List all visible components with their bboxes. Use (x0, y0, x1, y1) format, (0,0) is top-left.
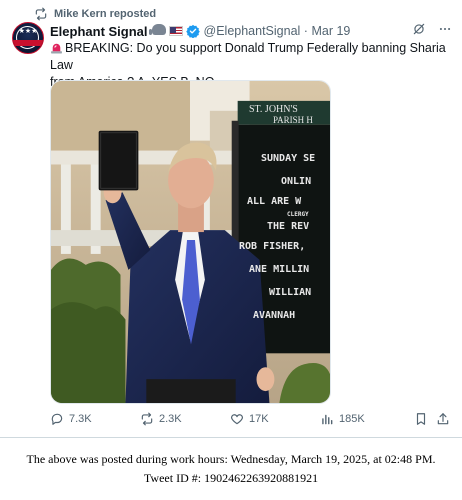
share-button[interactable] (436, 412, 450, 426)
verified-badge-icon (185, 24, 200, 38)
tweet-photo[interactable]: ST. JOHN'S PARISH H SUNDAY SE ONLIN ALL … (50, 80, 331, 404)
sign-line2: PARISH H (273, 115, 313, 125)
us-flag-icon (168, 26, 183, 36)
sign-row: ANE MILLIN (249, 264, 310, 275)
more-options-icon[interactable] (438, 22, 452, 36)
reply-count: 7.3K (69, 413, 92, 425)
caption-line1: The above was posted during work hours: … (26, 452, 436, 466)
sign-row: AVANNAH (253, 310, 296, 321)
tweet-text-line1: BREAKING: Do you support Donald Trump Fe… (50, 41, 446, 72)
bookmark-icon (416, 413, 426, 425)
divider (0, 437, 462, 438)
post-date[interactable]: Mar 19 (311, 24, 350, 38)
tweet-header: Elephant Signal @ElephantSignal · Mar 19 (50, 22, 452, 40)
reply-button[interactable]: 7.3K (50, 412, 92, 426)
sign-row: ONLIN (281, 176, 312, 187)
repost-count: 2.3K (159, 413, 182, 425)
like-count: 17K (249, 413, 269, 425)
header-actions (412, 22, 452, 36)
repost-icon (141, 412, 153, 426)
views-button[interactable]: 185K (320, 412, 365, 426)
avatar[interactable]: ★★★ (12, 22, 44, 54)
elephant-emoji-icon (148, 24, 166, 38)
views-chart-icon (322, 414, 333, 425)
grok-icon[interactable] (412, 22, 426, 36)
repost-indicator: Mike Kern reposted (34, 6, 156, 22)
views-count: 185K (339, 413, 365, 425)
sign-row: THE REV (267, 221, 310, 232)
repost-label[interactable]: Mike Kern reposted (54, 8, 156, 20)
siren-icon (51, 43, 62, 54)
sign-row: WILLIAN (269, 287, 312, 298)
bookmark-button[interactable] (414, 412, 428, 426)
sign-line1: ST. JOHN'S (249, 104, 298, 115)
tweet-card[interactable]: Mike Kern reposted ★★★ Elephant Signal @… (0, 0, 462, 436)
post-caption: The above was posted during work hours: … (0, 450, 462, 488)
sign-row: ALL ARE W (247, 196, 302, 207)
reply-icon (51, 413, 63, 425)
author-name[interactable]: Elephant Signal (50, 24, 148, 39)
separator: · (303, 24, 308, 38)
church-sign: ST. JOHN'S PARISH H SUNDAY SE ONLIN ALL … (239, 101, 330, 355)
repost-button[interactable]: 2.3K (140, 412, 182, 426)
repost-icon (35, 7, 47, 21)
sign-row: ROB FISHER, (239, 241, 306, 252)
sign-row: CLERGY (287, 211, 309, 218)
sign-row: SUNDAY SE (261, 153, 316, 164)
avatar-stars: ★★★ (18, 28, 38, 35)
caption-line2: Tweet ID #: 1902462263920881921 (143, 471, 319, 485)
share-icon (437, 413, 449, 425)
tweet-actions: 7.3K 2.3K 17K 185K (50, 412, 450, 432)
like-button[interactable]: 17K (230, 412, 269, 426)
handle-text: @ElephantSignal (203, 24, 301, 38)
author-handle[interactable]: @ElephantSignal · Mar 19 (204, 24, 351, 38)
avatar-band (13, 40, 43, 46)
heart-icon (231, 414, 243, 425)
